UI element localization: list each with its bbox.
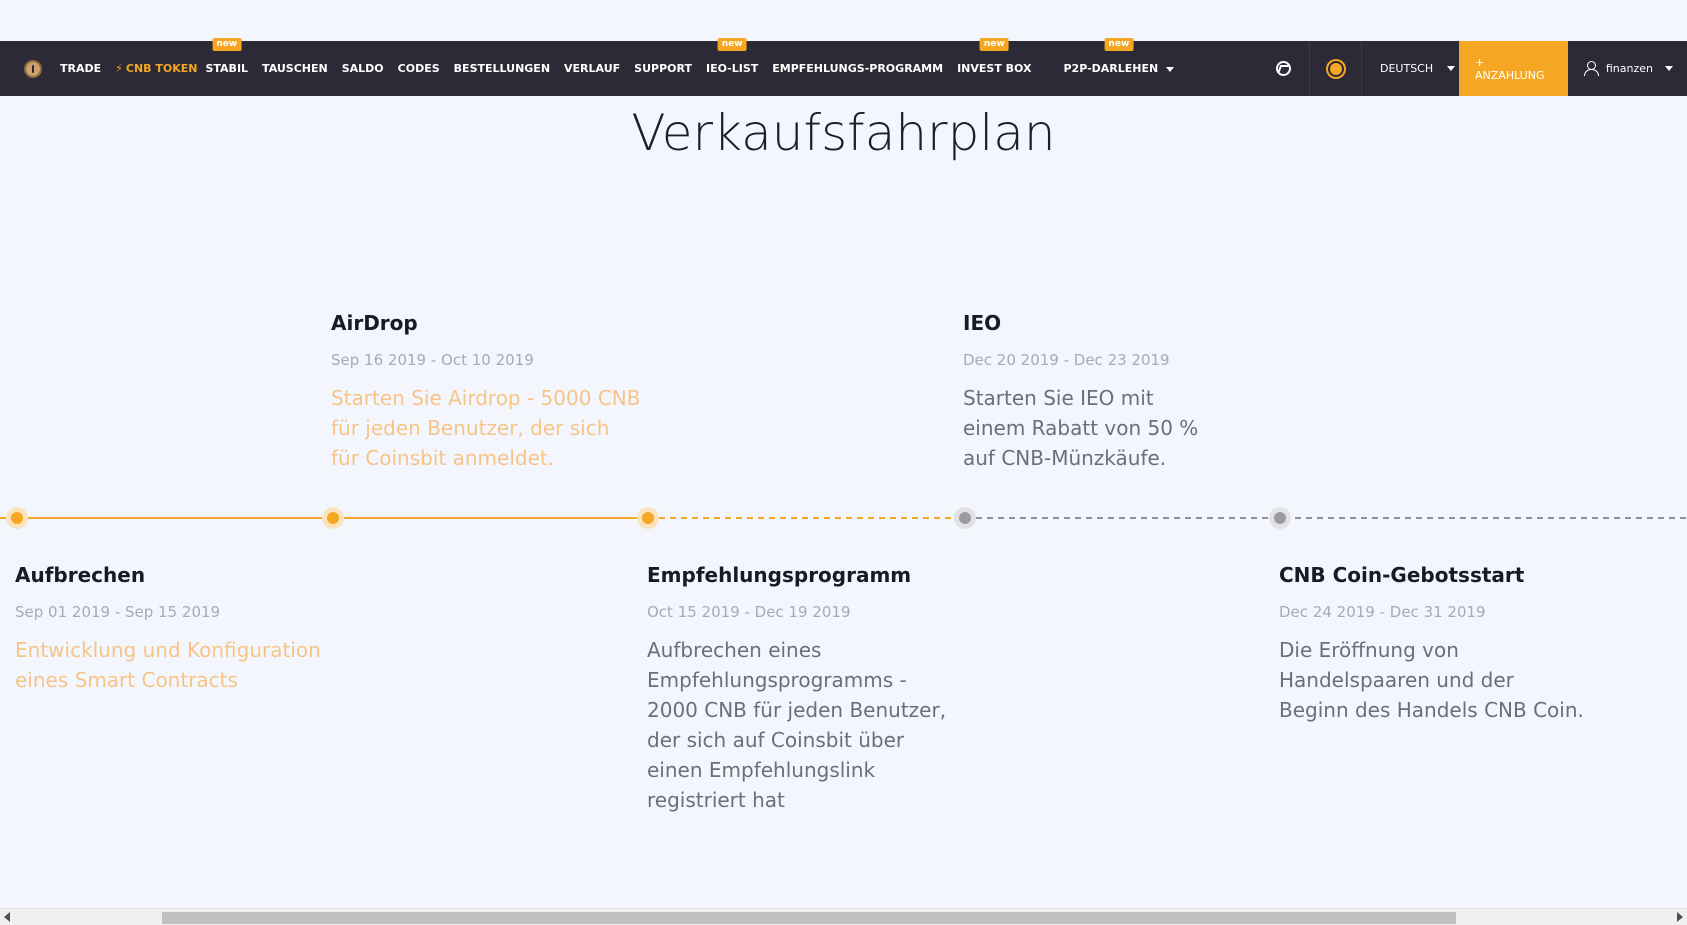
timeline-track	[0, 507, 1687, 529]
chart-icon	[1275, 61, 1291, 76]
milestone-description: Starten Sie IEO mit einem Rabatt von 50 …	[963, 386, 1199, 470]
milestone-dates: Sep 01 2019 - Sep 15 2019	[15, 603, 221, 621]
new-badge: new	[979, 38, 1009, 51]
user-icon	[1584, 61, 1599, 76]
new-badge: new	[212, 38, 242, 51]
language-select[interactable]: DEUTSCH	[1361, 41, 1459, 96]
milestone-description: Die Eröffnung von Handelspaaren und der …	[1279, 638, 1584, 722]
milestone-title: CNB Coin-Gebotsstart	[1279, 563, 1525, 587]
nav-item-codes[interactable]: CODES	[398, 62, 440, 75]
milestone-ieo: IEO Dec 20 2019 - Dec 23 2019 Starten Si…	[963, 311, 1273, 473]
chart-toggle[interactable]	[1257, 41, 1309, 96]
nav-item-invest-box[interactable]: new INVEST BOX	[957, 38, 1031, 75]
sun-icon	[1329, 62, 1342, 75]
theme-toggle[interactable]	[1309, 41, 1361, 96]
new-badge: new	[717, 38, 747, 51]
nav-item-p2p-darlehen[interactable]: new P2P-DARLEHEN	[1063, 38, 1175, 75]
milestone-empfehlungsprogramm: Empfehlungsprogramm Oct 15 2019 - Dec 19…	[647, 563, 957, 815]
milestone-title: Empfehlungsprogramm	[647, 563, 912, 587]
milestone-title: IEO	[963, 311, 1002, 335]
milestone-description: Entwicklung und Konfiguration eines Smar…	[15, 638, 321, 692]
milestone-title: Aufbrechen	[15, 563, 146, 587]
nav-item-trade[interactable]: TRADE	[60, 62, 101, 75]
nav-item-bestellungen[interactable]: BESTELLUNGEN	[454, 62, 550, 75]
milestone-description: Starten Sie Airdrop - 5000 CNB für jeden…	[331, 386, 641, 470]
chevron-down-icon	[1665, 66, 1673, 71]
timeline-dot-aufbrechen	[6, 507, 28, 529]
nav-item-verlauf[interactable]: VERLAUF	[564, 62, 620, 75]
coinsbit-logo-icon[interactable]	[24, 59, 42, 78]
scrollbar-thumb[interactable]	[162, 912, 1456, 924]
timeline-dot-airdrop	[322, 507, 344, 529]
milestone-aufbrechen: Aufbrechen Sep 01 2019 - Sep 15 2019 Ent…	[15, 563, 325, 695]
milestone-dates: Dec 20 2019 - Dec 23 2019	[963, 351, 1170, 369]
milestone-airdrop: AirDrop Sep 16 2019 - Oct 10 2019 Starte…	[331, 311, 641, 473]
scroll-right-icon[interactable]	[1677, 912, 1683, 922]
milestone-dates: Dec 24 2019 - Dec 31 2019	[1279, 603, 1486, 621]
nav-item-cnb-token[interactable]: ⚡ CNB TOKEN	[115, 62, 197, 75]
deposit-button[interactable]: + ANZAHLUNG	[1459, 41, 1568, 96]
nav-item-stabil[interactable]: new STABIL	[205, 38, 248, 75]
milestone-title: AirDrop	[331, 311, 418, 335]
horizontal-scrollbar[interactable]	[0, 908, 1687, 925]
top-navbar: TRADE ⚡ CNB TOKEN new STABIL TAUSCHEN SALD…	[0, 38, 1687, 96]
nav-item-support[interactable]: SUPPORT	[634, 62, 692, 75]
chevron-down-icon	[1166, 66, 1175, 72]
timeline-dot-empfehlungsprogramm	[637, 507, 659, 529]
page-title: Verkaufsfahrplan	[631, 104, 1056, 162]
nav-item-saldo[interactable]: SALDO	[342, 62, 384, 75]
nav-item-empfehlungs-programm[interactable]: EMPFEHLUNGS-PROGRAMM	[772, 62, 943, 75]
nav-right: DEUTSCH + ANZAHLUNG finanzen	[1257, 41, 1687, 96]
chevron-down-icon	[1447, 66, 1456, 71]
user-menu[interactable]: finanzen	[1568, 41, 1687, 96]
timeline-dot-ieo	[954, 507, 976, 529]
nav-item-tauschen[interactable]: TAUSCHEN	[262, 62, 328, 75]
nav-item-ieo-list[interactable]: new IEO-LIST	[706, 38, 758, 75]
milestone-dates: Sep 16 2019 - Oct 10 2019	[331, 351, 534, 369]
milestone-dates: Oct 15 2019 - Dec 19 2019	[647, 603, 851, 621]
milestone-description: Aufbrechen eines Empfehlungsprogramms - …	[647, 638, 947, 812]
scroll-left-icon[interactable]	[4, 912, 10, 922]
new-badge: new	[1104, 38, 1134, 51]
milestone-cnb-coin-gebotsstart: CNB Coin-Gebotsstart Dec 24 2019 - Dec 3…	[1279, 563, 1589, 725]
nav-left: TRADE ⚡ CNB TOKEN new STABIL TAUSCHEN SALD…	[0, 38, 1188, 96]
timeline-dot-cnb-coin	[1269, 507, 1291, 529]
lightning-icon: ⚡	[115, 62, 123, 75]
